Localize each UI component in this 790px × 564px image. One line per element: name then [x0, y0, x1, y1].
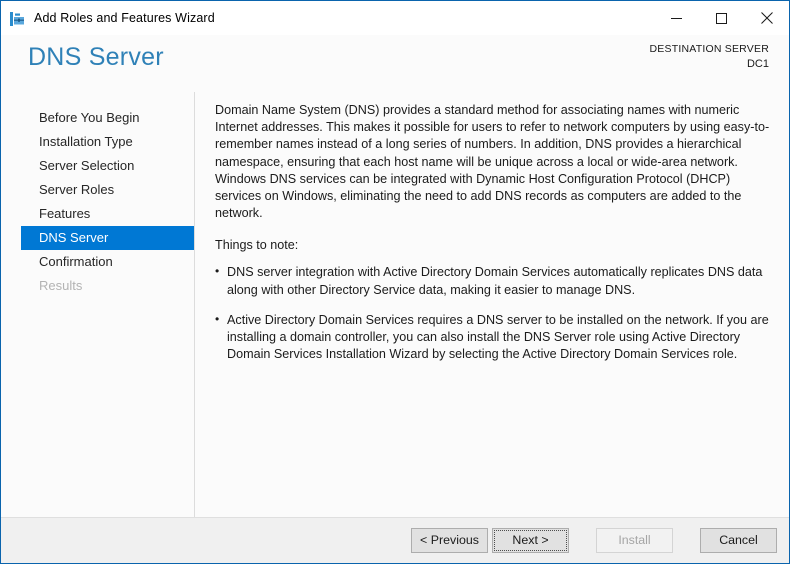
maximize-button[interactable]: [699, 1, 744, 35]
wizard-window: Add Roles and Features Wizard DNS Server: [0, 0, 790, 564]
sidebar-item-features[interactable]: Features: [21, 202, 194, 226]
wizard-steps-sidebar: Before You Begin Installation Type Serve…: [1, 92, 195, 517]
page-header: DNS Server DESTINATION SERVER DC1: [1, 35, 789, 92]
maximize-icon: [716, 13, 727, 24]
list-item: DNS server integration with Active Direc…: [215, 264, 777, 298]
things-to-note-heading: Things to note:: [215, 238, 777, 252]
sidebar-item-server-selection[interactable]: Server Selection: [21, 154, 194, 178]
destination-server: DESTINATION SERVER DC1: [650, 43, 770, 71]
sidebar-item-server-roles[interactable]: Server Roles: [21, 178, 194, 202]
close-button[interactable]: [744, 1, 789, 35]
sidebar-item-before-you-begin[interactable]: Before You Begin: [21, 106, 194, 130]
wizard-body: Before You Begin Installation Type Serve…: [1, 92, 789, 517]
wizard-footer: < Previous Next > Install Cancel: [1, 517, 789, 563]
previous-button[interactable]: < Previous: [411, 528, 488, 553]
title-bar: Add Roles and Features Wizard: [1, 1, 789, 35]
dns-intro-paragraph: Domain Name System (DNS) provides a stan…: [215, 102, 777, 222]
wizard-content: Domain Name System (DNS) provides a stan…: [195, 92, 789, 517]
install-button: Install: [596, 528, 673, 553]
list-item: Active Directory Domain Services require…: [215, 312, 777, 364]
minimize-button[interactable]: [654, 1, 699, 35]
next-button[interactable]: Next >: [492, 528, 569, 553]
cancel-button[interactable]: Cancel: [700, 528, 777, 553]
destination-server-label: DESTINATION SERVER: [650, 43, 770, 57]
things-to-note-list: DNS server integration with Active Direc…: [215, 264, 777, 363]
minimize-icon: [671, 13, 682, 24]
sidebar-item-results: Results: [21, 274, 194, 298]
window-title: Add Roles and Features Wizard: [34, 11, 215, 25]
window-controls: [654, 1, 789, 35]
page-title: DNS Server: [28, 43, 164, 72]
sidebar-item-dns-server[interactable]: DNS Server: [21, 226, 194, 250]
destination-server-value: DC1: [650, 57, 770, 72]
close-icon: [761, 12, 773, 24]
toolbox-icon: [9, 11, 25, 27]
sidebar-item-installation-type[interactable]: Installation Type: [21, 130, 194, 154]
sidebar-item-confirmation[interactable]: Confirmation: [21, 250, 194, 274]
